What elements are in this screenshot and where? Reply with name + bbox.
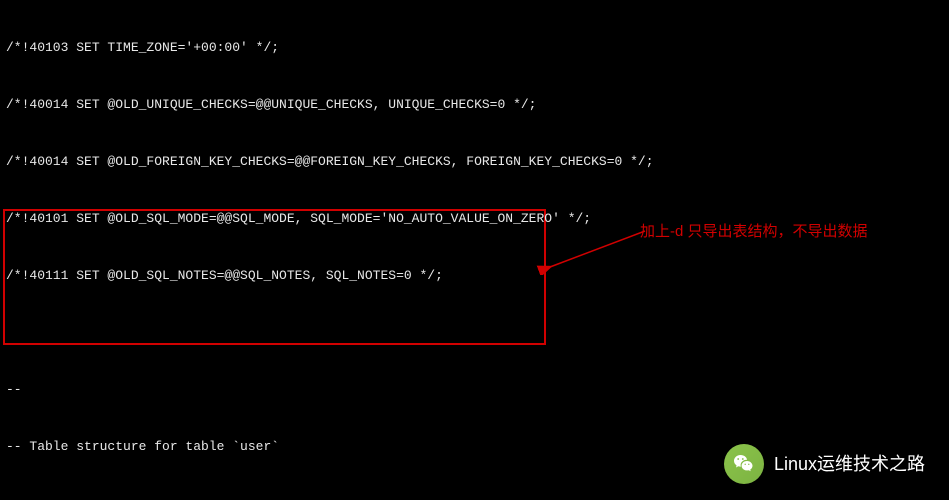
- code-line: /*!40014 SET @OLD_UNIQUE_CHECKS=@@UNIQUE…: [6, 95, 943, 114]
- code-line: /*!40103 SET TIME_ZONE='+00:00' */;: [6, 38, 943, 57]
- annotation-text: 加上-d 只导出表结构，不导出数据: [640, 222, 868, 241]
- watermark: Linux运维技术之路: [724, 444, 925, 484]
- wechat-icon: [724, 444, 764, 484]
- code-line: /*!40111 SET @OLD_SQL_NOTES=@@SQL_NOTES,…: [6, 266, 943, 285]
- code-line: /*!40014 SET @OLD_FOREIGN_KEY_CHECKS=@@F…: [6, 152, 943, 171]
- code-line: [6, 323, 943, 342]
- terminal-output: /*!40103 SET TIME_ZONE='+00:00' */; /*!4…: [0, 0, 949, 500]
- code-line: --: [6, 380, 943, 399]
- watermark-text: Linux运维技术之路: [774, 455, 925, 474]
- code-line: --: [6, 494, 943, 500]
